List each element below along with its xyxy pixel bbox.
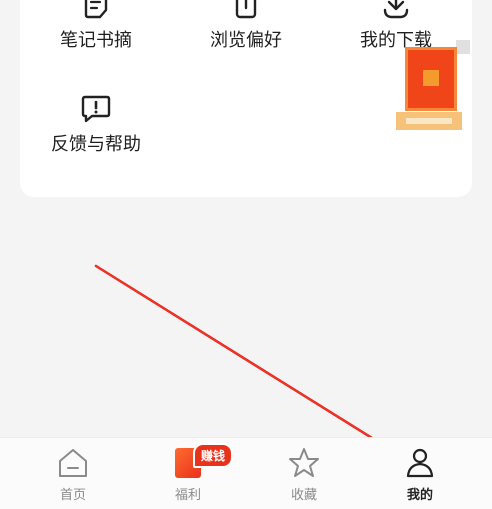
feedback-help-button[interactable]: 反馈与帮助	[36, 94, 156, 156]
feedback-icon	[81, 95, 111, 123]
tab-welfare-label: 福利	[174, 488, 201, 503]
bottom-tab-bar: 首页 赚钱 福利 收藏 我的	[0, 437, 492, 509]
floating-red-envelope-promo[interactable]	[396, 40, 470, 134]
star-icon	[289, 448, 319, 477]
tab-favorites[interactable]: 收藏	[259, 446, 349, 503]
person-icon	[406, 448, 434, 478]
tab-favorites-label: 收藏	[290, 488, 317, 503]
phone-icon	[235, 0, 257, 19]
notes-label: 笔记书摘	[60, 30, 132, 51]
promo-close-icon[interactable]	[456, 40, 470, 54]
promo-caption	[396, 112, 462, 130]
tab-mine-label: 我的	[406, 488, 433, 503]
feedback-label: 反馈与帮助	[51, 134, 141, 155]
tab-mine[interactable]: 我的	[375, 446, 465, 503]
preferences-label: 浏览偏好	[210, 30, 282, 51]
browse-preferences-button[interactable]: 浏览偏好	[186, 0, 306, 52]
tab-home[interactable]: 首页	[28, 446, 118, 503]
notes-button[interactable]: 笔记书摘	[36, 0, 156, 52]
home-icon	[59, 449, 87, 477]
note-icon	[84, 0, 108, 19]
download-icon	[383, 0, 409, 19]
red-envelope-icon	[408, 50, 454, 108]
tab-home-label: 首页	[59, 488, 86, 503]
tab-welfare[interactable]: 赚钱 福利	[143, 443, 234, 503]
earn-money-badge: 赚钱	[193, 443, 234, 468]
